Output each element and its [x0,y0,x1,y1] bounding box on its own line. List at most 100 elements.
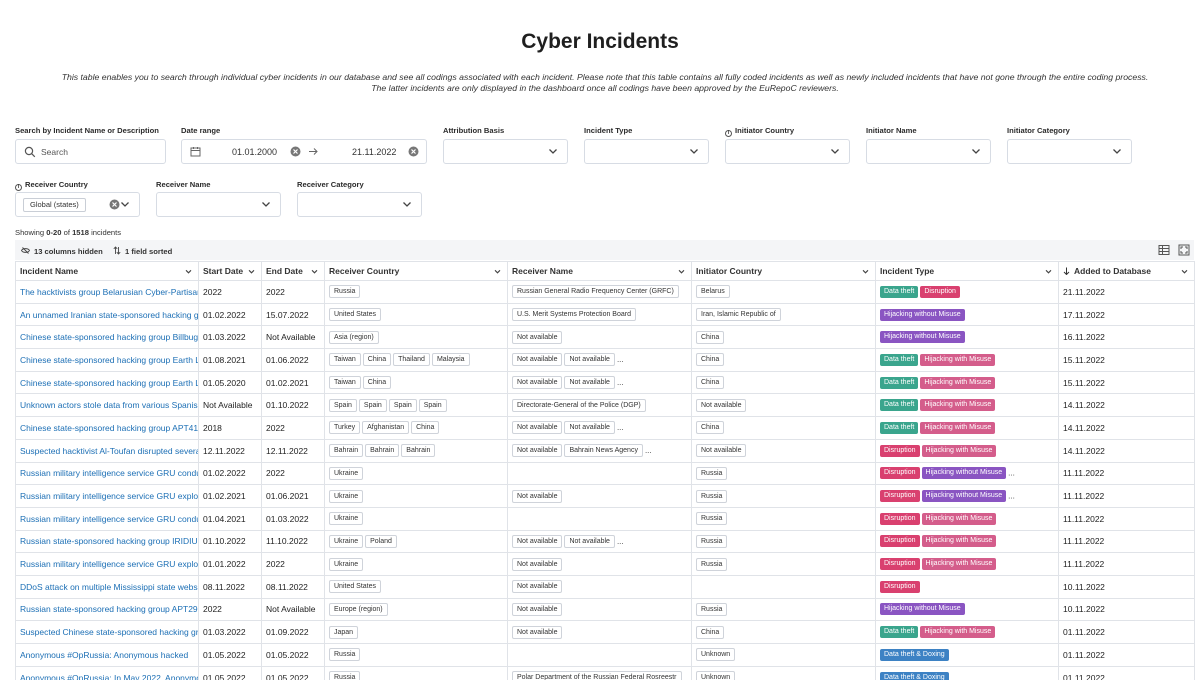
chevron-down-icon[interactable] [1180,267,1189,276]
receiver-name-select[interactable] [156,192,281,217]
country-chip: Spain [388,398,417,412]
table-view-icon[interactable] [1158,244,1170,256]
receiver-country-select[interactable]: Global (states) [15,192,140,217]
receiver-chip: Not available [512,330,563,344]
chevron-down-icon[interactable] [1044,267,1053,276]
sort-button[interactable]: 1 field sorted [113,246,172,256]
cell-receiver-name: Not available [507,325,692,350]
incident-link[interactable]: Chinese state-sponsored hacking group Ea… [20,355,198,365]
date-range-picker[interactable]: 01.01.2000 21.11.2022 [181,139,427,164]
column-header[interactable]: Incident Name [15,261,199,281]
incident-type-select[interactable] [584,139,709,164]
chevron-down-icon[interactable] [493,267,502,276]
incident-link[interactable]: Unknown actors stole data from various S… [20,400,198,410]
table-row[interactable]: DDoS attack on multiple Mississippi stat… [15,574,1195,599]
table-row[interactable]: Chinese state-sponsored hacking group Bi… [15,325,1195,350]
cell-incident-type: Disruption Hijacking with Misuse [875,552,1059,576]
table-row[interactable]: The hacktivists group Belarusian Cyber-P… [15,280,1195,304]
table-row[interactable]: Anonymous #OpRussia: In May 2022, Anonym… [15,665,1195,680]
incident-link[interactable]: Suspected Chinese state-sponsored hackin… [20,627,198,637]
country-chip: Russia [329,285,361,299]
chevron-down-icon[interactable] [310,267,319,276]
cell-incident-name: Chinese state-sponsored hacking group Bi… [15,325,199,350]
receiver-chip: Not available [512,421,563,435]
incident-link[interactable]: Russian state-sponsored hacking group IR… [20,536,198,546]
incident-link[interactable]: Suspected hacktivist Al-Toufan disrupted… [20,446,198,456]
chevron-down-icon[interactable] [184,267,193,276]
date-end-value[interactable]: 21.11.2022 [352,147,396,157]
table-row[interactable]: Russian state-sponsored hacking group IR… [15,529,1195,554]
column-header[interactable]: Receiver Country [324,261,508,281]
table-row[interactable]: An unnamed Iranian state-sponsored hacki… [15,302,1195,327]
incident-link[interactable]: Russian military intelligence service GR… [20,491,198,501]
search-input[interactable]: Search [15,139,166,164]
cell-receiver-country: United States [324,302,508,327]
table-row[interactable]: Russian military intelligence service GR… [15,552,1195,576]
column-header[interactable]: End Date [261,261,325,281]
initiator-country-select[interactable] [725,139,850,164]
cell-receiver-country: Asia (region) [324,325,508,350]
receiver-chip: Not available [512,376,563,390]
cell-start-date: Not Available [198,393,262,418]
initiator-name-select[interactable] [866,139,991,164]
incident-link[interactable]: Russian military intelligence service GR… [20,468,198,478]
column-header[interactable]: Incident Type [875,261,1059,281]
date-start-value[interactable]: 01.01.2000 [232,147,277,157]
column-header[interactable]: Receiver Name [507,261,692,281]
table-row[interactable]: Unknown actors stole data from various S… [15,393,1195,418]
clear-start-date-icon[interactable] [290,146,301,157]
incident-link[interactable]: Russian state-sponsored hacking group AP… [20,604,198,614]
table-row[interactable]: Suspected hacktivist Al-Toufan disrupted… [15,438,1195,463]
initiator-category-select[interactable] [1007,139,1132,164]
incident-link[interactable]: Chinese state-sponsored hacking group AP… [20,423,198,433]
country-chip: Russia [696,534,728,548]
incident-type-tag: Disruption [920,285,960,298]
table-row[interactable]: Russian state-sponsored hacking group AP… [15,597,1195,622]
incident-link[interactable]: Russian military intelligence service GR… [20,514,198,524]
fullscreen-icon[interactable] [1178,244,1190,256]
incident-link[interactable]: Russian military intelligence service GR… [20,559,198,569]
cell-receiver-country: Ukraine [324,506,508,531]
table-row[interactable]: Chinese state-sponsored hacking group AP… [15,416,1195,440]
chevron-down-icon[interactable] [861,267,870,276]
column-header[interactable]: Added to Database [1058,261,1195,281]
cell-start-date: 01.03.2022 [198,620,262,644]
incident-link[interactable]: An unnamed Iranian state-sponsored hacki… [20,310,198,320]
cell-receiver-name: Not available [507,597,692,622]
column-header[interactable]: Start Date [198,261,262,281]
attribution-basis-select[interactable] [443,139,568,164]
info-icon[interactable]: i [725,130,732,137]
receiver-country-token[interactable]: Global (states) [23,198,86,212]
table-row[interactable]: Russian military intelligence service GR… [15,506,1195,531]
hidden-columns-button[interactable]: 13 columns hidden [20,246,103,256]
column-header[interactable]: Initiator Country [691,261,876,281]
cell-end-date: 01.09.2022 [261,620,325,644]
info-icon[interactable]: i [15,184,22,191]
column-header-label: Receiver Name [512,266,573,276]
table-row[interactable]: Russian military intelligence service GR… [15,484,1195,508]
chevron-down-icon[interactable] [247,267,256,276]
cell-added-date: 01.11.2022 [1058,665,1195,680]
incident-link[interactable]: Anonymous #OpRussia: Anonymous hacked [20,650,188,660]
incident-type-tag: Hijacking with Misuse [921,558,997,571]
table-row[interactable]: Chinese state-sponsored hacking group Ea… [15,370,1195,395]
chevron-down-icon[interactable] [677,267,686,276]
table-row[interactable]: Suspected Chinese state-sponsored hackin… [15,620,1195,644]
table-row[interactable]: Chinese state-sponsored hacking group Ea… [15,348,1195,372]
cell-receiver-country: Taiwan China Thailand Malaysia [324,348,508,372]
cell-initiator-country: Russia [691,506,876,531]
incident-link[interactable]: The hacktivists group Belarusian Cyber-P… [20,287,198,297]
table-row[interactable]: Anonymous #OpRussia: Anonymous hacked 01.… [15,643,1195,667]
incident-link[interactable]: DDoS attack on multiple Mississippi stat… [20,582,198,592]
incident-link[interactable]: Chinese state-sponsored hacking group Bi… [20,332,198,342]
receiver-chip: Not available [512,444,563,458]
receiver-category-select[interactable] [297,192,422,217]
clear-end-date-icon[interactable] [408,146,419,157]
cell-start-date: 12.11.2022 [198,438,262,463]
cell-added-date: 16.11.2022 [1058,325,1195,350]
cell-start-date: 01.02.2021 [198,484,262,508]
incident-link[interactable]: Chinese state-sponsored hacking group Ea… [20,378,198,388]
table-row[interactable]: Russian military intelligence service GR… [15,461,1195,486]
cell-initiator-country: Russia [691,552,876,576]
incident-link[interactable]: Anonymous #OpRussia: In May 2022, Anonym… [20,673,198,680]
